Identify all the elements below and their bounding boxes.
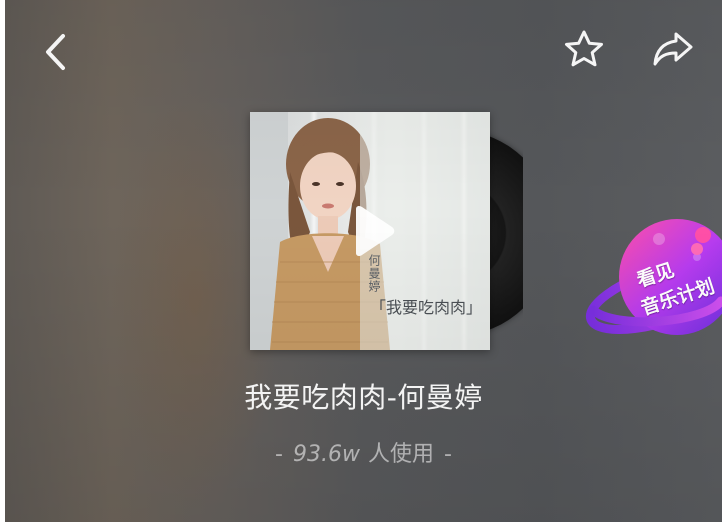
usage-suffix: 人使用 — [367, 442, 434, 467]
cover-title-text: 「我要吃肉肉」 — [370, 298, 483, 317]
play-button[interactable] — [350, 205, 396, 257]
favorite-button[interactable] — [559, 24, 609, 74]
song-title: 我要吃肉肉-何曼婷 — [244, 381, 483, 414]
share-button[interactable] — [647, 24, 699, 74]
star-outline-icon — [565, 30, 603, 67]
share-arrow-icon — [653, 32, 693, 66]
usage-dash-right: - — [444, 442, 452, 467]
music-plan-badge[interactable]: 看见 音乐计划 — [585, 205, 722, 355]
back-button[interactable] — [33, 30, 77, 74]
chevron-left-icon — [46, 34, 65, 70]
play-icon — [356, 205, 395, 257]
music-detail-screen: 何曼婷 「我要吃肉肉」 我要吃肉肉-何曼婷 -93.6w 人使用 - 看见 音乐… — [5, 0, 722, 522]
cover-artist-text: 何曼婷 — [367, 254, 381, 293]
usage-number: 93.6w — [293, 442, 360, 467]
usage-dash-left: - — [275, 442, 283, 467]
usage-count: -93.6w 人使用 - — [5, 436, 722, 468]
